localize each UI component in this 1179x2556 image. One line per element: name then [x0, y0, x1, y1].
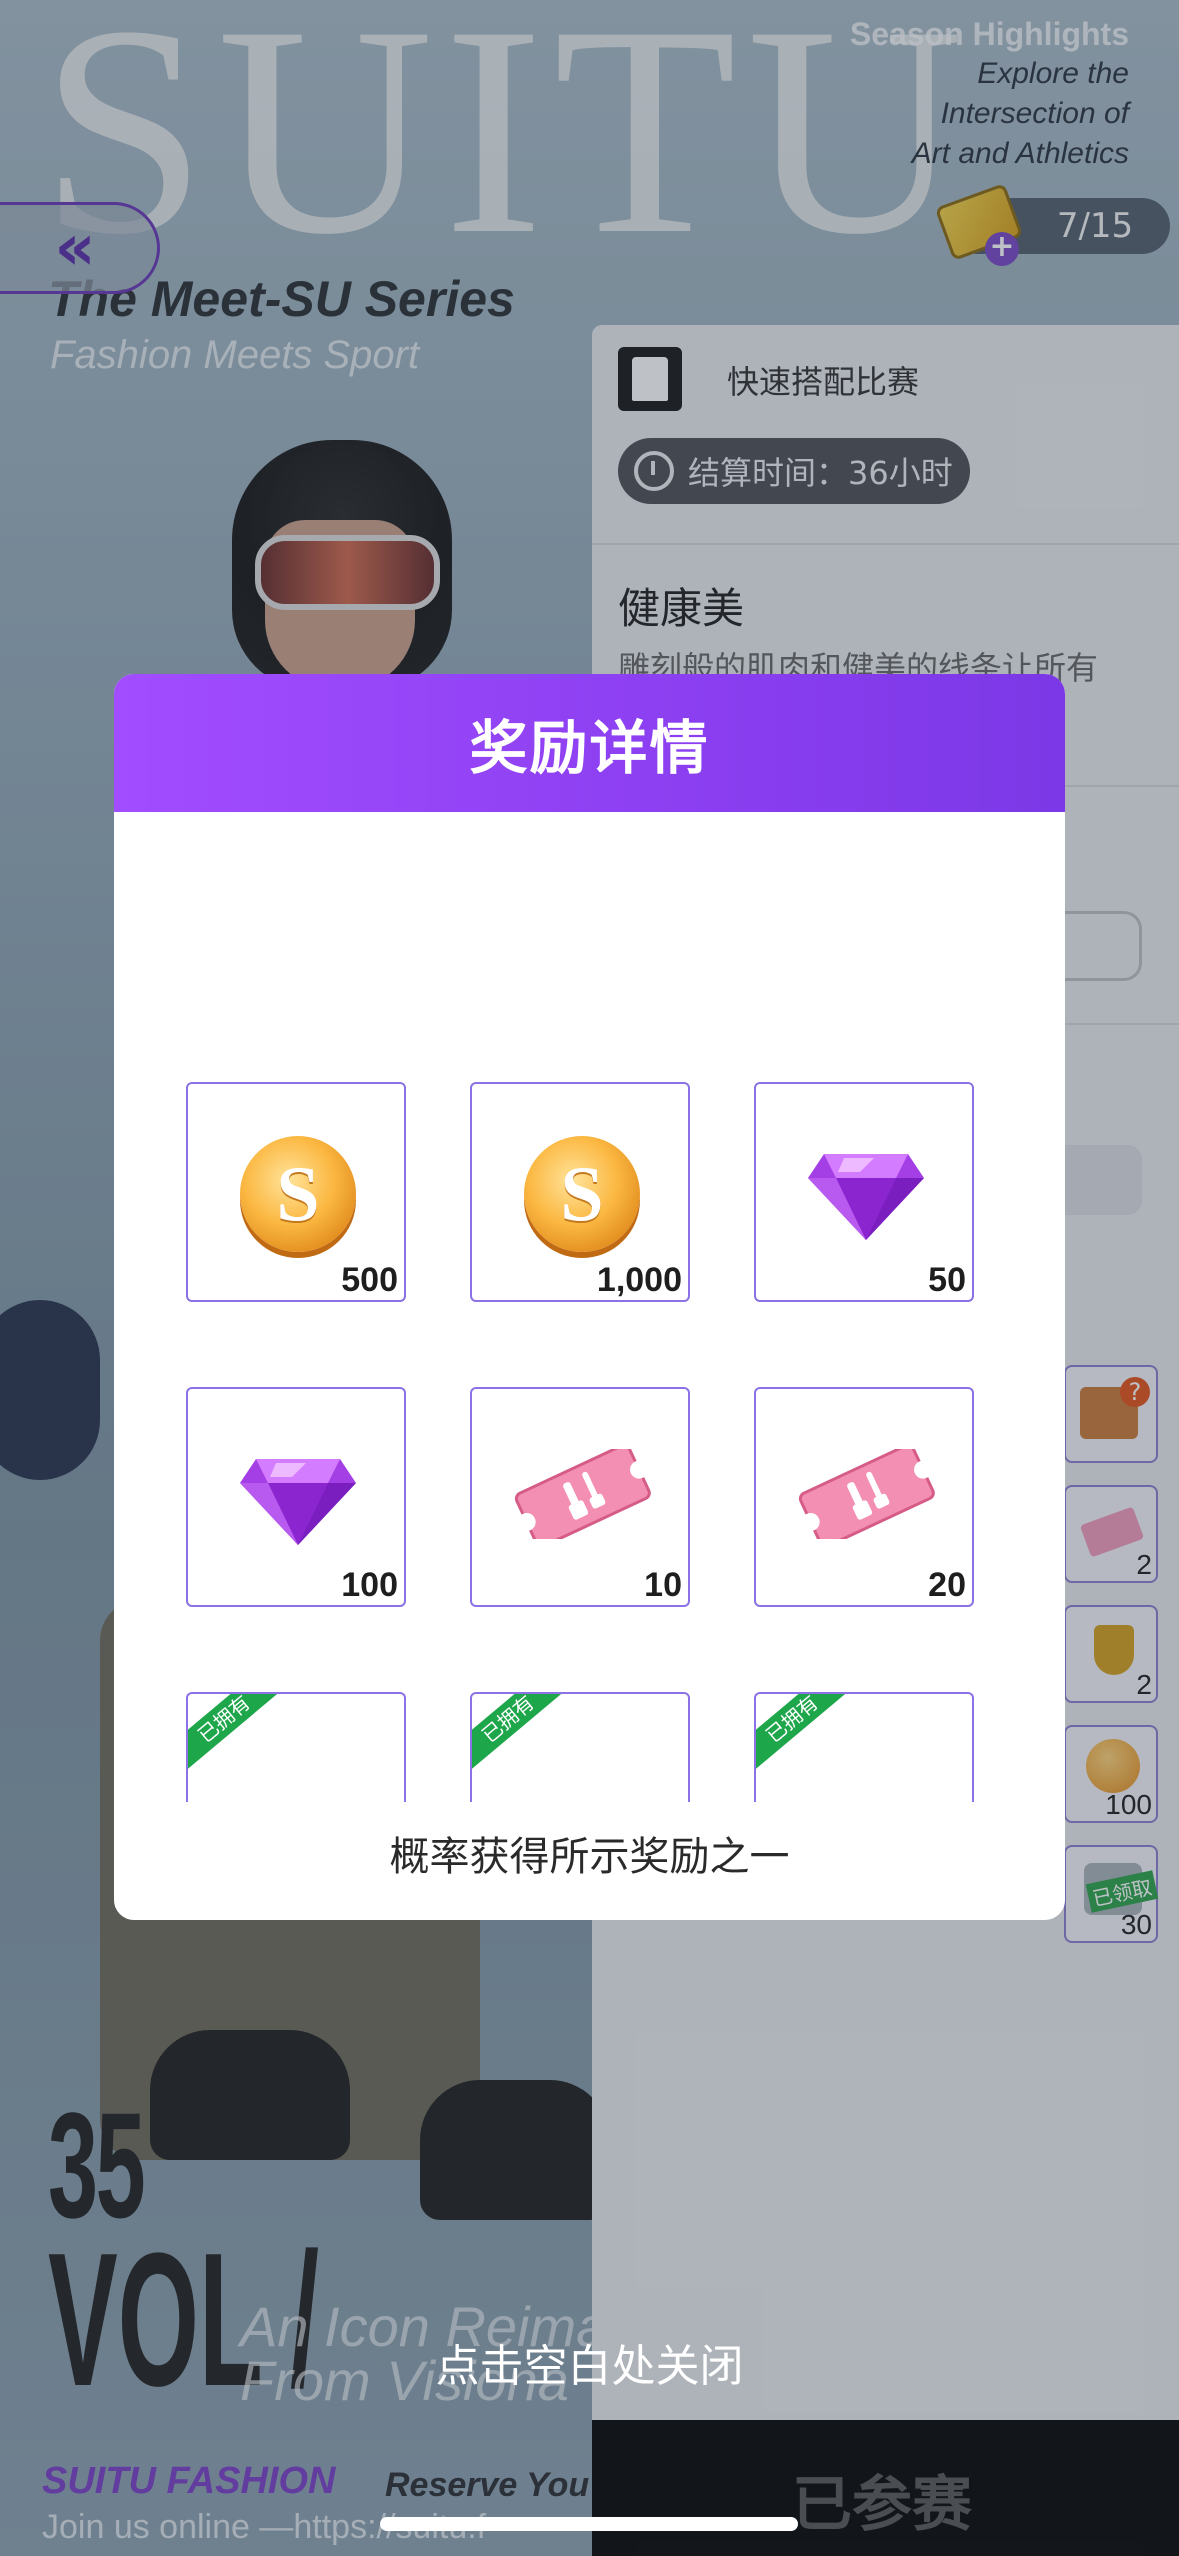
reward-item[interactable]: 已拥有	[186, 1692, 406, 1802]
coin-icon: S	[524, 1136, 640, 1252]
reward-item[interactable]: 10	[470, 1387, 690, 1607]
reward-quantity: 1,000	[596, 1261, 682, 1299]
reward-quantity: 50	[928, 1261, 966, 1299]
reward-quantity: 10	[644, 1566, 682, 1604]
reward-quantity: 100	[341, 1566, 398, 1604]
owned-tag: 已拥有	[472, 1694, 572, 1776]
reward-quantity: 500	[341, 1261, 398, 1299]
reward-item[interactable]: 已拥有	[470, 1692, 690, 1802]
purple-gem-icon	[240, 1459, 356, 1545]
owned-tag: 已拥有	[756, 1694, 856, 1776]
reward-item[interactable]: S 1,000	[470, 1082, 690, 1302]
reward-item[interactable]: 50	[754, 1082, 974, 1302]
reward-item[interactable]: 已拥有	[754, 1692, 974, 1802]
reward-details-modal: 奖励详情 S 500 S 1,000 50 100 10 20 已拥有 已拥有 …	[114, 674, 1065, 1920]
coin-icon: S	[240, 1136, 356, 1252]
pink-ticket-icon	[514, 1449, 651, 1539]
modal-header: 奖励详情	[114, 674, 1065, 812]
modal-title: 奖励详情	[469, 714, 710, 782]
purple-gem-icon	[808, 1154, 924, 1240]
owned-tag: 已拥有	[188, 1694, 288, 1776]
probability-hint: 概率获得所示奖励之一	[389, 1834, 790, 1880]
tap-to-close-hint: 点击空白处关闭	[435, 2341, 744, 2392]
reward-quantity: 20	[928, 1566, 966, 1604]
pink-ticket-icon	[798, 1449, 935, 1539]
reward-grid-viewport: S 500 S 1,000 50 100 10 20 已拥有 已拥有 已拥有	[114, 812, 1065, 1802]
reward-grid[interactable]: S 500 S 1,000 50 100 10 20 已拥有 已拥有 已拥有	[114, 812, 1065, 1812]
reward-item[interactable]: 100	[186, 1387, 406, 1607]
home-indicator[interactable]	[380, 2517, 798, 2531]
reward-item[interactable]: S 500	[186, 1082, 406, 1302]
reward-item[interactable]: 20	[754, 1387, 974, 1607]
